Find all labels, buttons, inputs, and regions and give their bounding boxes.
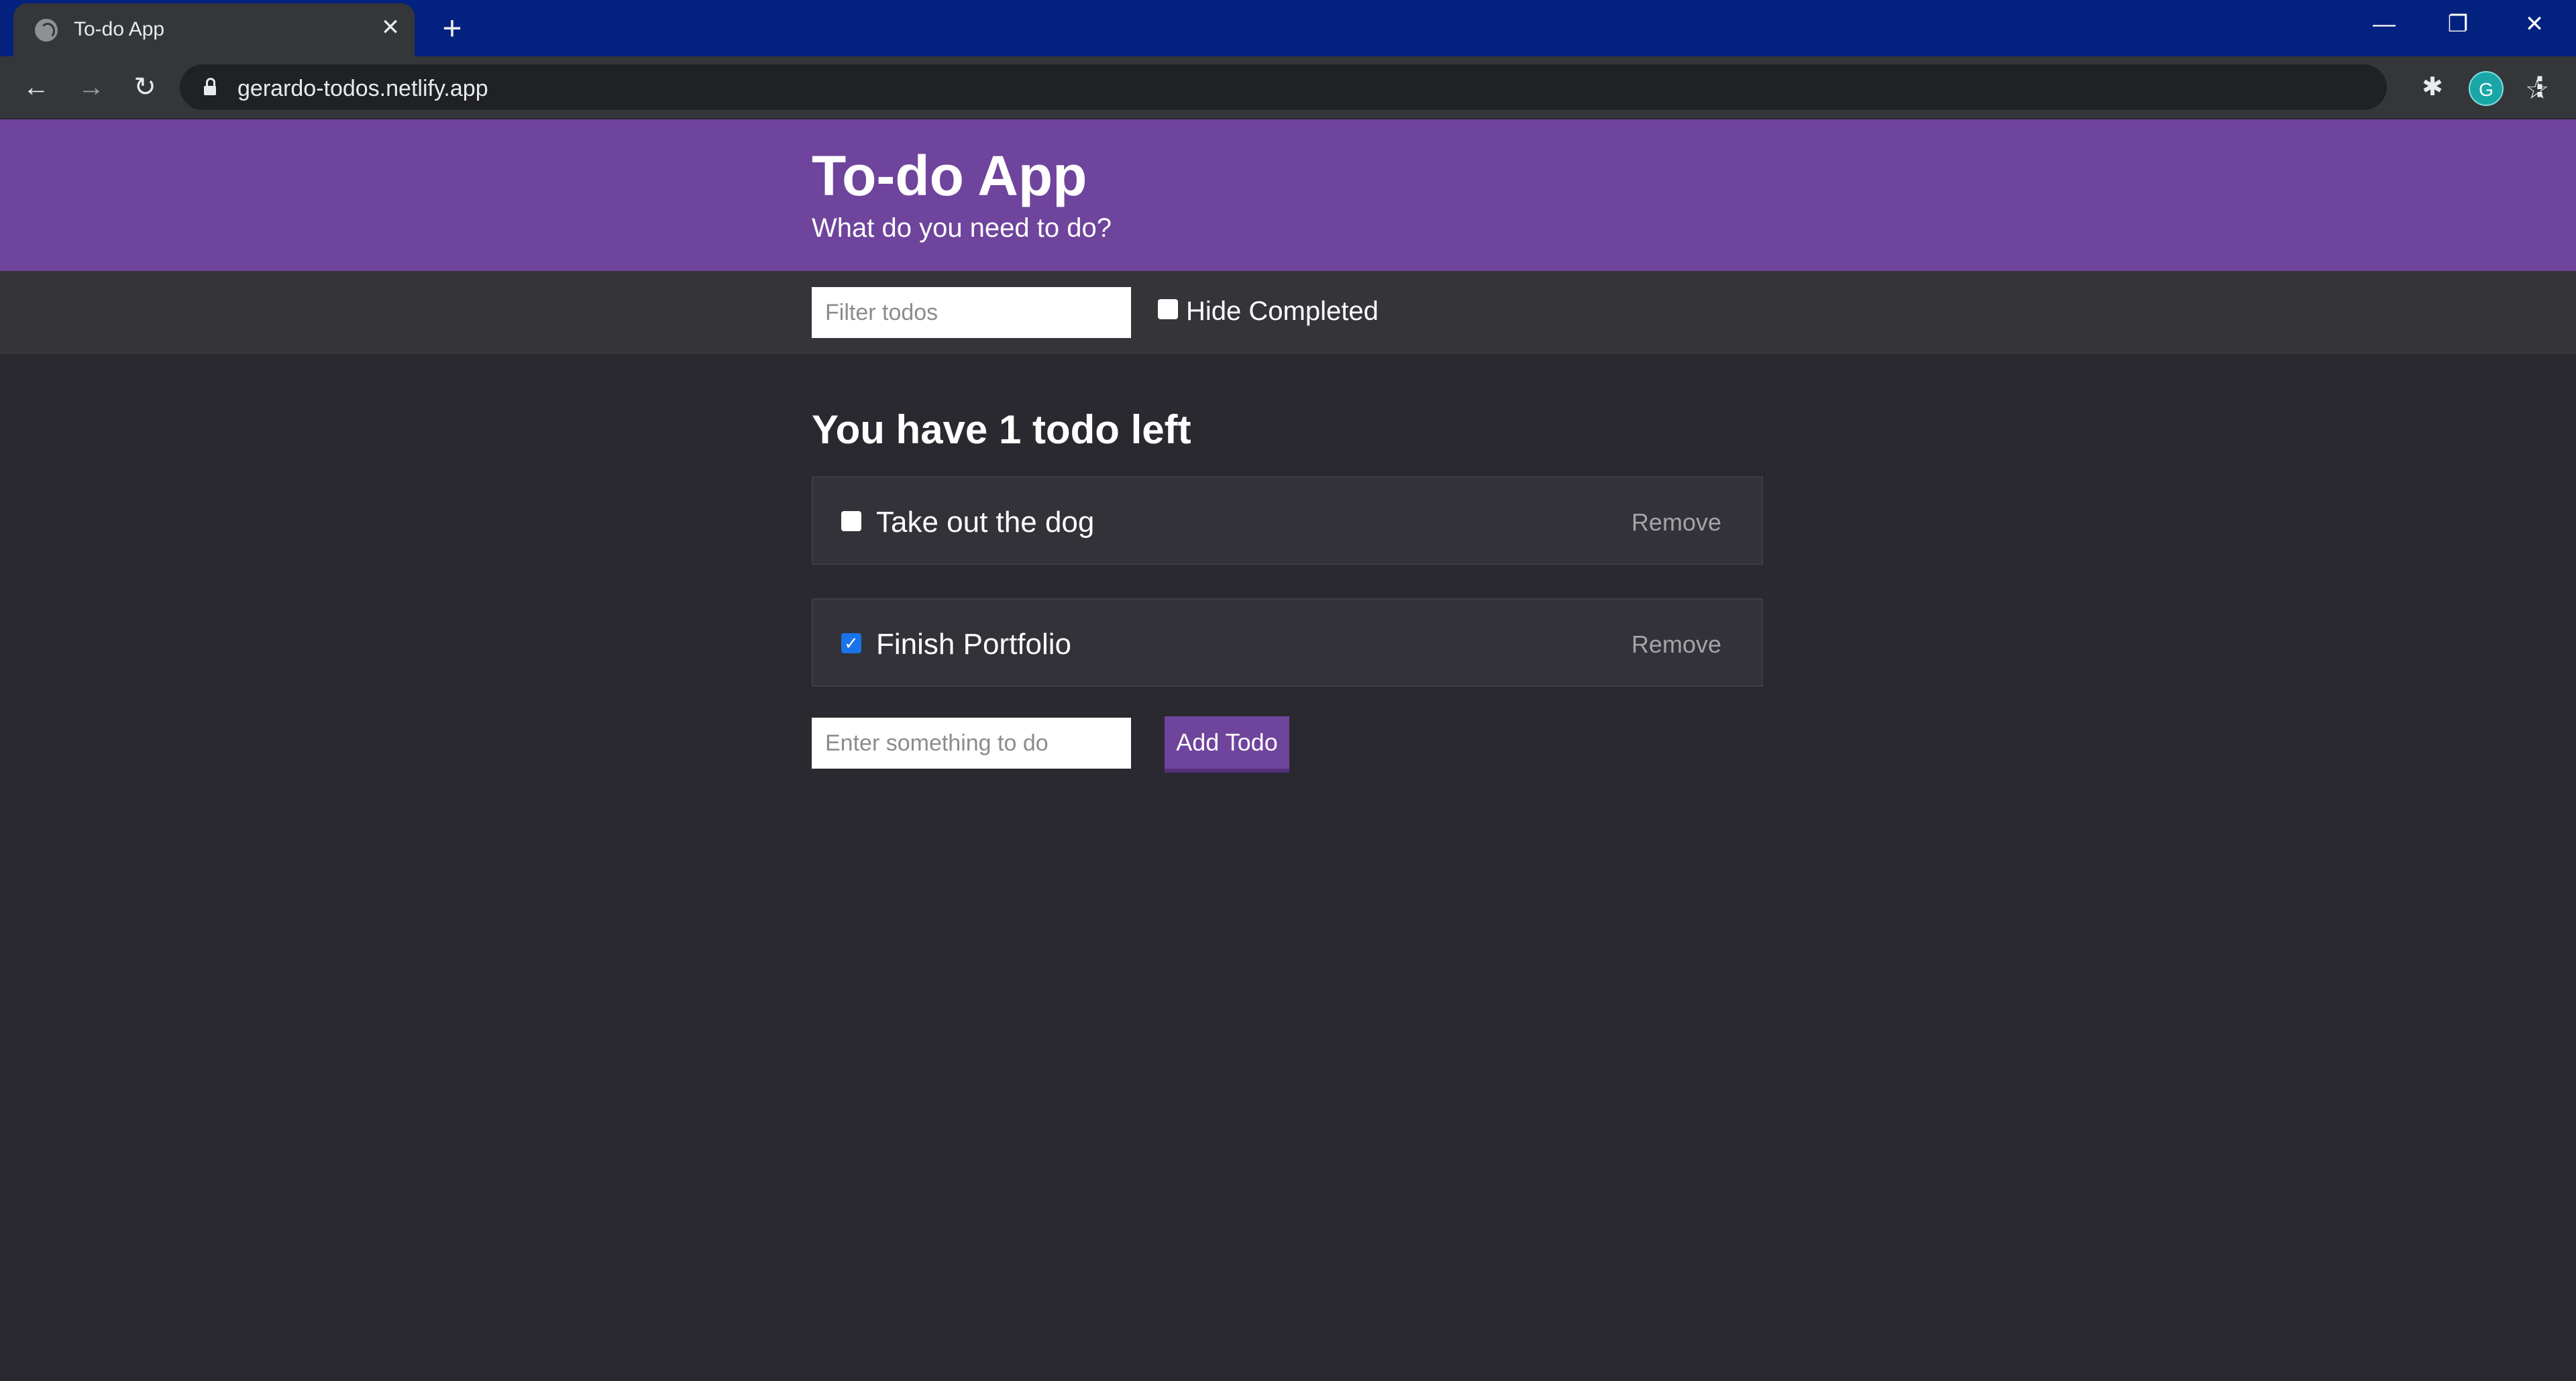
todo-item[interactable]: Take out the dog Remove bbox=[812, 476, 1763, 565]
close-tab-icon[interactable]: ✕ bbox=[376, 13, 405, 42]
page-subtitle: What do you need to do? bbox=[812, 213, 1112, 243]
todo-text[interactable]: Take out the dog bbox=[876, 506, 1094, 539]
tab-title: To-do App bbox=[74, 18, 165, 40]
new-todo-input[interactable] bbox=[812, 718, 1131, 769]
kebab-menu-icon[interactable]: ⋮ bbox=[2526, 70, 2553, 105]
filter-input[interactable] bbox=[812, 287, 1131, 338]
restore-icon[interactable]: ❐ bbox=[2424, 3, 2491, 46]
puzzle-icon[interactable]: ✱ bbox=[2415, 70, 2450, 105]
todo-checkbox[interactable] bbox=[841, 511, 861, 531]
add-todo-button[interactable]: Add Todo bbox=[1165, 716, 1289, 773]
hide-completed-label[interactable]: Hide Completed bbox=[1186, 296, 1379, 327]
window-close-icon[interactable]: ✕ bbox=[2501, 3, 2568, 46]
todo-checkbox-checked[interactable]: ✓ bbox=[841, 633, 861, 653]
lock-icon[interactable] bbox=[204, 78, 216, 95]
todo-text[interactable]: Finish Portfolio bbox=[876, 628, 1071, 661]
globe-icon bbox=[35, 19, 58, 42]
reload-icon[interactable]: ↻ bbox=[127, 70, 162, 105]
hide-completed-checkbox[interactable] bbox=[1158, 299, 1178, 319]
page-title: To-do App bbox=[812, 144, 1087, 207]
back-arrow-icon[interactable]: ← bbox=[19, 70, 54, 105]
avatar[interactable]: G bbox=[2469, 71, 2504, 106]
remove-button[interactable]: Remove bbox=[1631, 508, 1721, 537]
remove-button[interactable]: Remove bbox=[1631, 630, 1721, 659]
url-text[interactable]: gerardo-todos.netlify.app bbox=[237, 76, 488, 102]
todo-item[interactable]: ✓ Finish Portfolio Remove bbox=[812, 598, 1763, 687]
minimize-icon[interactable]: — bbox=[2351, 3, 2418, 46]
new-tab-button[interactable]: + bbox=[433, 11, 471, 48]
todo-summary: You have 1 todo left bbox=[812, 407, 1191, 452]
browser-toolbar: ← → ↻ gerardo-todos.netlify.app ☆ ✱ G ⋮ bbox=[0, 56, 2576, 118]
browser-tab-bar: To-do App ✕ + — ❐ ✕ bbox=[0, 0, 2576, 56]
filter-bar: Hide Completed bbox=[0, 271, 2576, 354]
forward-arrow-icon[interactable]: → bbox=[74, 70, 109, 105]
app-header: To-do App What do you need to do? bbox=[0, 119, 2576, 271]
address-bar[interactable]: gerardo-todos.netlify.app ☆ bbox=[180, 64, 2549, 110]
browser-tab[interactable]: To-do App ✕ bbox=[13, 3, 415, 56]
